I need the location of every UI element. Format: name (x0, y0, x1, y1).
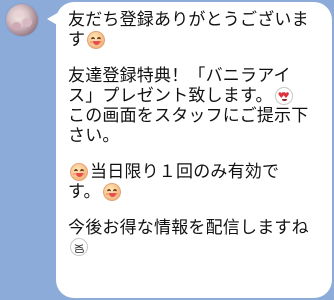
smiling-face-emoji-icon (70, 163, 88, 181)
message-text: さい。 (68, 126, 120, 146)
message-line: この画面をスタッフにご提示下 (68, 106, 320, 126)
message-text: 当日限り１回のみ有効で (90, 162, 280, 182)
message-text: この画面をスタッフにご提示下 (68, 106, 309, 126)
avatar-petal (22, 18, 32, 27)
message-text: ス」プレゼント致します。 (68, 86, 273, 106)
heart-eyes-emoji-icon: ♥ ♥ (274, 87, 293, 105)
message-line: さい。 (68, 126, 320, 146)
message-text: 今後お得な情報を配信しますね (68, 218, 309, 238)
message-line: 当日限り１回のみ有効で (68, 162, 320, 182)
message-line: > < (68, 238, 320, 256)
message-line: 友達登録特典！「バニラアイ (68, 66, 320, 86)
sender-avatar[interactable] (6, 4, 38, 36)
message-line: す。 (68, 182, 320, 202)
message-line: 友だち登録ありがとうございま (68, 10, 320, 30)
message-line: す (68, 30, 320, 50)
message-text: 友だち登録ありがとうございま (68, 10, 309, 30)
message-text: す。 (68, 182, 101, 202)
message-text: す (68, 30, 86, 50)
grinning-teeth-emoji-icon: > < (70, 238, 88, 256)
message-text: 友達登録特典！「バニラアイ (68, 66, 291, 86)
smiling-face-emoji-icon (87, 31, 106, 49)
message-bubble[interactable]: 友だち登録ありがとうございま す 友達登録特典！「バニラアイ ス」プレゼント致し… (56, 2, 332, 298)
avatar-petal (12, 22, 21, 30)
avatar-petal (14, 10, 24, 18)
message-line: ス」プレゼント致します。 ♥ ♥ (68, 86, 320, 106)
message-line: 今後お得な情報を配信しますね (68, 218, 320, 238)
smiling-face-emoji-icon (102, 183, 121, 201)
